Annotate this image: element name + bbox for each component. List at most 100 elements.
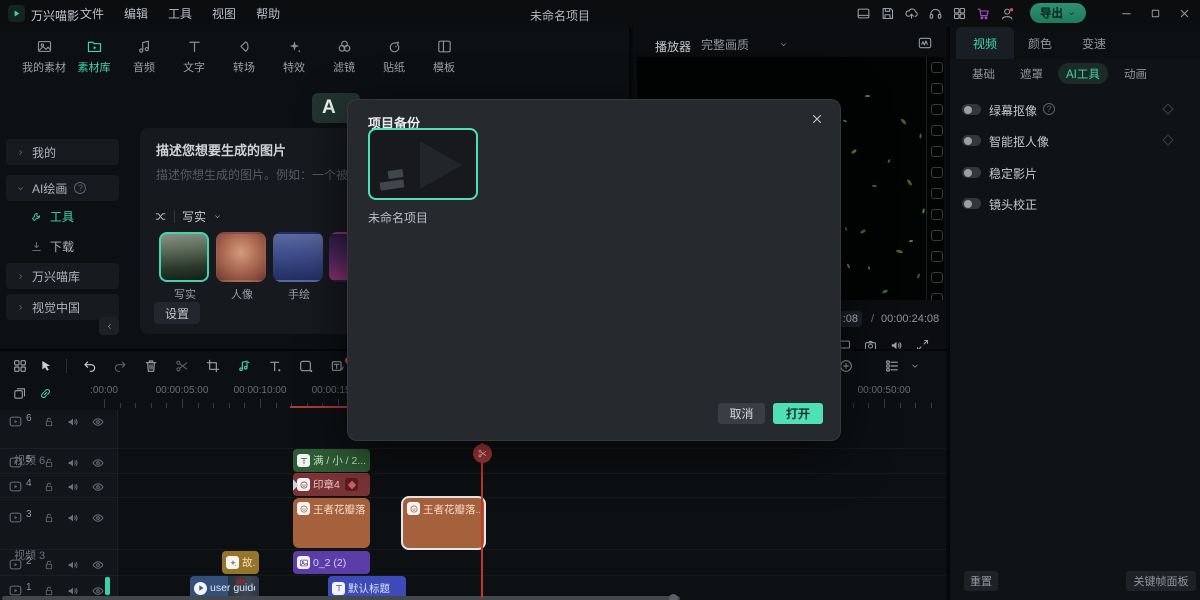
playhead-line[interactable]	[481, 443, 483, 598]
account-icon[interactable]	[1000, 6, 1015, 21]
cancel-button[interactable]: 取消	[718, 403, 765, 424]
close-window-icon[interactable]	[1178, 7, 1191, 20]
clip-故...[interactable]: 故...	[222, 551, 259, 574]
media-tab-音频[interactable]: 音频	[119, 30, 169, 75]
media-tab-滤镜[interactable]: 滤镜	[319, 30, 369, 75]
media-tab-转场[interactable]: 转场	[219, 30, 269, 75]
style-thumb-手绘[interactable]: 手绘	[273, 232, 325, 302]
subtab-动画[interactable]: 动画	[1116, 63, 1155, 84]
clip-王者花瓣落...[interactable]: 王者花瓣落...	[403, 498, 484, 548]
menu-帮助[interactable]: 帮助	[256, 5, 280, 22]
tab-变速[interactable]: 变速	[1074, 27, 1114, 59]
toggle-label: 智能抠人像	[989, 133, 1049, 150]
ruler-tick	[868, 403, 869, 408]
open-button[interactable]: 打开	[773, 403, 823, 424]
chev-d-icon[interactable]	[910, 361, 920, 371]
subtab-AI工具[interactable]: AI工具	[1058, 63, 1108, 84]
subtab-遮罩[interactable]: 遮罩	[1012, 63, 1051, 84]
menu-视图[interactable]: 视图	[212, 5, 236, 22]
lock-icon[interactable]	[43, 512, 55, 524]
mute-icon[interactable]	[66, 456, 80, 470]
toggle-switch[interactable]	[962, 167, 981, 178]
media-tab-文字[interactable]: 文字	[169, 30, 219, 75]
media-tab-模板[interactable]: 模板	[419, 30, 469, 75]
tab-视频[interactable]: 视频	[956, 27, 1014, 59]
horizontal-scrollbar[interactable]	[2, 596, 680, 600]
clip-王者花瓣落...[interactable]: 王者花瓣落...	[293, 498, 370, 548]
scissors-icon[interactable]	[174, 358, 190, 374]
scrollbar-knob[interactable]	[669, 594, 678, 600]
sidebar-item-AI绘画[interactable]: AI绘画?	[6, 175, 119, 201]
lock-icon[interactable]	[43, 457, 55, 469]
trash-icon[interactable]	[143, 358, 159, 374]
export-button[interactable]: 导出	[1030, 3, 1086, 23]
sidebar-item-万兴喵库[interactable]: 万兴喵库	[6, 263, 119, 289]
undo-icon[interactable]	[82, 358, 98, 374]
tab-颜色[interactable]: 颜色	[1020, 27, 1060, 59]
lock-icon[interactable]	[43, 559, 55, 571]
mute-icon[interactable]	[66, 415, 80, 429]
cart-icon[interactable]	[976, 6, 991, 21]
crop-icon[interactable]	[205, 358, 221, 374]
lock-icon[interactable]	[43, 416, 55, 428]
media-tab-特效[interactable]: 特效	[269, 30, 319, 75]
visibility-icon[interactable]	[91, 415, 105, 429]
style-selector[interactable]: 写实	[154, 208, 222, 225]
layout-icon[interactable]	[856, 6, 871, 21]
vertical-scrollbar[interactable]	[105, 577, 110, 595]
tbox-icon[interactable]	[330, 358, 346, 374]
sidebar-item-我的[interactable]: 我的	[6, 139, 119, 165]
save-icon[interactable]	[880, 6, 895, 21]
clip-满 / 小 / 2...[interactable]: 满 / 小 / 2...	[293, 449, 370, 472]
keyframe-diamond-icon[interactable]	[1162, 134, 1173, 145]
quality-dropdown[interactable]: 完整画质	[701, 36, 788, 53]
mask-icon[interactable]	[298, 358, 314, 374]
minimize-icon[interactable]	[1120, 7, 1133, 20]
lock-icon[interactable]	[43, 481, 55, 493]
clip-印章4[interactable]: 印章4	[293, 473, 370, 496]
sidebar-item-下载[interactable]: 下载	[6, 233, 119, 259]
settings-button[interactable]: 设置	[154, 302, 200, 324]
mute-icon[interactable]	[66, 558, 80, 572]
sidebar-collapse-button[interactable]	[99, 317, 119, 335]
visibility-icon[interactable]	[91, 480, 105, 494]
copy-icon[interactable]	[12, 386, 27, 401]
mute-icon[interactable]	[66, 480, 80, 494]
menu-工具[interactable]: 工具	[168, 5, 192, 22]
sidebar-item-工具[interactable]: 工具	[6, 203, 119, 229]
maximize-icon[interactable]	[1149, 7, 1162, 20]
style-thumb-写实[interactable]: 写实	[159, 232, 211, 302]
style-thumb-人像[interactable]: 人像	[216, 232, 268, 302]
close-icon[interactable]	[810, 112, 824, 126]
visibility-icon[interactable]	[91, 456, 105, 470]
project-backup-item[interactable]: 未命名项目	[368, 128, 480, 226]
scopes-button[interactable]	[916, 35, 934, 51]
keyframe-panel-button[interactable]: 关键帧面板	[1126, 571, 1196, 591]
redo-icon[interactable]	[112, 358, 128, 374]
keyframe-diamond-icon[interactable]	[1162, 103, 1173, 114]
media-tab-素材库[interactable]: 素材库	[69, 30, 119, 75]
textdot-icon[interactable]	[267, 358, 283, 374]
visibility-icon[interactable]	[91, 511, 105, 525]
cloud-upload-icon[interactable]	[904, 6, 919, 21]
reset-button[interactable]: 重置	[964, 571, 998, 591]
playhead-handle[interactable]	[473, 444, 492, 463]
toggle-switch[interactable]	[962, 198, 981, 209]
toggle-switch[interactable]	[962, 104, 981, 115]
visibility-icon[interactable]	[91, 558, 105, 572]
cursor-icon[interactable]	[38, 358, 54, 374]
link-icon[interactable]	[38, 386, 53, 401]
grid4-icon[interactable]	[12, 358, 28, 374]
media-tab-我的素材[interactable]: 我的素材	[19, 30, 69, 75]
headset-icon[interactable]	[928, 6, 943, 21]
apps-grid-icon[interactable]	[952, 6, 967, 21]
beat-icon[interactable]	[236, 358, 252, 374]
media-tab-贴纸[interactable]: 贴纸	[369, 30, 419, 75]
menu-文件[interactable]: 文件	[80, 5, 104, 22]
toggle-switch[interactable]	[962, 135, 981, 146]
track-list-icon[interactable]	[884, 358, 900, 374]
clip-0_2 (2)[interactable]: 0_2 (2)	[293, 551, 370, 574]
subtab-基础[interactable]: 基础	[964, 63, 1003, 84]
mute-icon[interactable]	[66, 511, 80, 525]
menu-编辑[interactable]: 编辑	[124, 5, 148, 22]
